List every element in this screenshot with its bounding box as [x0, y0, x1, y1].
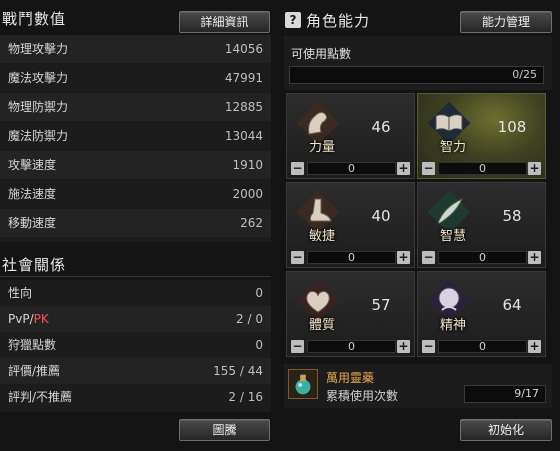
attribute-name: 敏捷: [308, 229, 335, 244]
abilities-title: 角色能力: [306, 12, 371, 30]
stat-label: 物理防禦力: [8, 100, 69, 114]
attribute-name: 精神: [439, 318, 466, 333]
elixir-name: 萬用靈藥: [326, 371, 375, 385]
pvp-label: PvP/: [8, 312, 34, 326]
attribute-value: 40: [371, 207, 391, 225]
stat-row-magic-attack: 魔法攻擊力 47991: [0, 64, 271, 92]
attribute-card-strength[interactable]: 力量 46 − 0 +: [286, 93, 415, 179]
elixir-panel: 萬用靈藥 累積使用次數 9/17: [284, 364, 552, 408]
stat-row-physical-attack: 物理攻擊力 14056: [0, 35, 271, 63]
stat-value: 1910: [232, 158, 263, 172]
social-value: 0: [255, 286, 263, 300]
decrease-button[interactable]: −: [291, 340, 304, 353]
stat-row-attack-speed: 攻擊速度 1910: [0, 151, 271, 179]
stat-label: 移動速度: [8, 216, 57, 230]
decrease-button[interactable]: −: [422, 162, 435, 175]
stat-value: 14056: [224, 42, 263, 56]
stat-value: 2000: [232, 187, 263, 201]
attribute-card-spirit[interactable]: 精神 64 − 0 +: [417, 271, 546, 357]
stat-row-magic-defense: 魔法防禦力 13044: [0, 122, 271, 150]
social-label: 評判/不推薦: [8, 390, 73, 404]
attribute-name: 體質: [308, 318, 335, 333]
social-row-alignment: 性向 0: [0, 280, 271, 306]
allocation-field[interactable]: 0: [438, 162, 527, 175]
decrease-button[interactable]: −: [291, 162, 304, 175]
increase-button[interactable]: +: [528, 162, 541, 175]
stat-label: 魔法防禦力: [8, 129, 69, 143]
social-value: 155 / 44: [213, 364, 263, 378]
stat-row-cast-speed: 施法速度 2000: [0, 180, 271, 208]
social-label: 性向: [8, 286, 33, 300]
combat-stats-panel: 物理攻擊力 14056 魔法攻擊力 47991 物理防禦力 12885 魔法防禦…: [0, 35, 271, 242]
allocation-field[interactable]: 0: [307, 251, 396, 264]
social-label: 狩獵點數: [8, 338, 57, 352]
increase-button[interactable]: +: [397, 340, 410, 353]
decrease-button[interactable]: −: [422, 340, 435, 353]
help-icon[interactable]: ?: [285, 12, 301, 28]
attribute-name: 智慧: [439, 229, 466, 244]
stat-label: 魔法攻擊力: [8, 71, 69, 85]
decrease-button[interactable]: −: [291, 251, 304, 264]
social-row-hunting: 狩獵點數 0: [0, 332, 271, 358]
social-panel: 性向 0 PvP/PK 2 / 0 狩獵點數 0 評價/推薦 155 / 44 …: [0, 280, 271, 412]
social-label: PvP/PK: [8, 306, 49, 332]
increase-button[interactable]: +: [397, 251, 410, 264]
allocation-field[interactable]: 0: [438, 251, 527, 264]
decrease-button[interactable]: −: [422, 251, 435, 264]
stat-row-physical-defense: 物理防禦力 12885: [0, 93, 271, 121]
attribute-card-constitution[interactable]: 體質 57 − 0 +: [286, 271, 415, 357]
attribute-card-intelligence[interactable]: 智力 108 − 0 +: [417, 93, 546, 179]
attribute-card-wisdom[interactable]: 智慧 58 − 0 +: [417, 182, 546, 268]
social-value: 0: [255, 338, 263, 352]
divider: [0, 276, 271, 277]
pk-label: PK: [33, 312, 49, 326]
social-value: 2 / 0: [236, 312, 263, 326]
attribute-name: 力量: [308, 140, 335, 155]
stat-value: 262: [240, 216, 263, 230]
allocation-field[interactable]: 0: [438, 340, 527, 353]
stat-value: 12885: [224, 100, 263, 114]
social-title: 社會關係: [2, 256, 67, 274]
stat-label: 攻擊速度: [8, 158, 57, 172]
attribute-value: 46: [371, 118, 391, 136]
ability-manage-button[interactable]: 能力管理: [460, 11, 552, 33]
social-row-judgement: 評判/不推薦 2 / 16: [0, 384, 271, 410]
attribute-card-agility[interactable]: 敏捷 40 − 0 +: [286, 182, 415, 268]
allocation-field[interactable]: 0: [307, 340, 396, 353]
available-points-label: 可使用點數: [291, 47, 352, 61]
increase-button[interactable]: +: [528, 340, 541, 353]
attribute-value: 64: [502, 296, 522, 314]
stat-row-move-speed: 移動速度 262: [0, 209, 271, 237]
stat-value: 47991: [224, 71, 263, 85]
social-label: 評價/推薦: [8, 364, 61, 378]
combat-stats-title: 戰鬥數值: [2, 10, 67, 28]
increase-button[interactable]: +: [528, 251, 541, 264]
social-row-rating: 評價/推薦 155 / 44: [0, 358, 271, 384]
attribute-value: 57: [371, 296, 391, 314]
elixir-icon: [288, 369, 318, 399]
stat-value: 13044: [224, 129, 263, 143]
social-row-pvp: PvP/PK 2 / 0: [0, 306, 271, 332]
social-value: 2 / 16: [228, 390, 263, 404]
increase-button[interactable]: +: [397, 162, 410, 175]
emblem-button[interactable]: 圖騰: [179, 419, 270, 441]
allocation-field[interactable]: 0: [307, 162, 396, 175]
elixir-count: 9/17: [464, 385, 546, 403]
reset-button[interactable]: 初始化: [460, 419, 552, 441]
detail-info-button[interactable]: 詳細資訊: [179, 11, 270, 33]
stat-label: 物理攻擊力: [8, 42, 69, 56]
attribute-value: 58: [502, 207, 522, 225]
attribute-value: 108: [497, 118, 527, 136]
elixir-description: 累積使用次數: [326, 389, 399, 403]
stat-label: 施法速度: [8, 187, 57, 201]
available-points-bar: 0/25: [289, 66, 544, 84]
attribute-name: 智力: [439, 140, 466, 155]
